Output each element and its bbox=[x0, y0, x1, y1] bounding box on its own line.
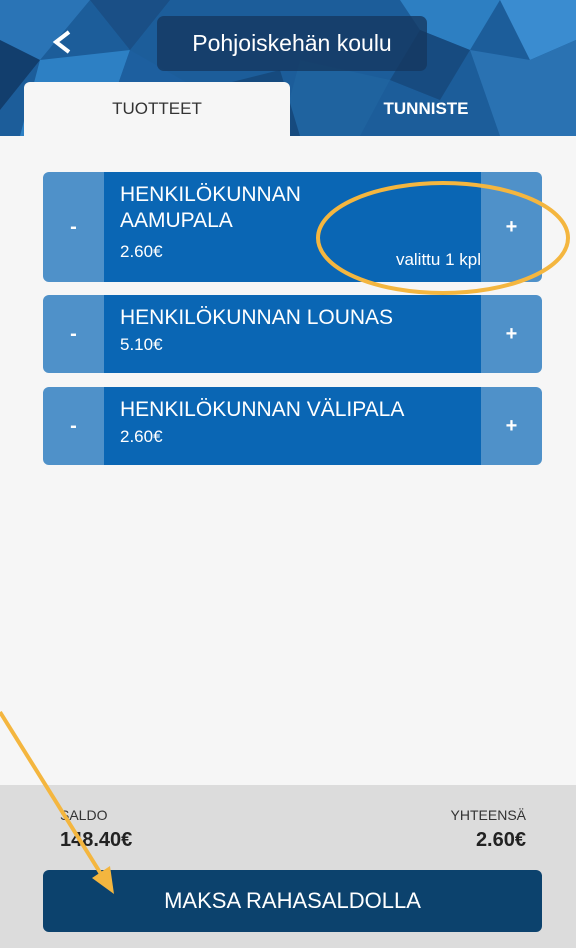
tab-tuotteet[interactable]: TUOTTEET bbox=[24, 82, 290, 136]
product-info[interactable]: HENKILÖKUNNAN VÄLIPALA 2.60€ bbox=[104, 387, 481, 465]
decrease-button[interactable]: - bbox=[43, 295, 104, 373]
product-name: HENKILÖKUNNAN LOUNAS bbox=[120, 306, 394, 329]
balance-value: 148.40€ bbox=[60, 829, 133, 851]
product-price: 2.60€ bbox=[120, 427, 163, 446]
tab-tunniste-label: TUNNISTE bbox=[383, 99, 469, 118]
product-name: HENKILÖKUNNAN AAMUPALA bbox=[120, 183, 301, 232]
decrease-button[interactable]: - bbox=[43, 172, 104, 282]
product-name: HENKILÖKUNNAN VÄLIPALA bbox=[120, 398, 405, 421]
increase-button[interactable]: + bbox=[481, 387, 542, 465]
increase-button[interactable]: + bbox=[481, 172, 542, 282]
product-card: - HENKILÖKUNNAN VÄLIPALA 2.60€ + bbox=[43, 387, 542, 465]
product-info[interactable]: HENKILÖKUNNAN LOUNAS 5.10€ bbox=[104, 295, 481, 373]
total-value: 2.60€ bbox=[475, 829, 526, 851]
page-title: Pohjoiskehän koulu bbox=[157, 16, 427, 71]
chevron-left-icon bbox=[52, 30, 71, 54]
app-header: Pohjoiskehän koulu TUOTTEET TUNNISTE bbox=[0, 0, 576, 136]
pay-with-balance-button[interactable]: MAKSA RAHASALDOLLA bbox=[43, 870, 542, 932]
total-label: YHTEENSÄ bbox=[450, 807, 526, 823]
tab-tunniste[interactable]: TUNNISTE bbox=[290, 82, 562, 136]
page-title-text: Pohjoiskehän koulu bbox=[192, 30, 392, 56]
product-info[interactable]: HENKILÖKUNNAN AAMUPALA 2.60€ valittu 1 k… bbox=[104, 172, 481, 282]
product-price: 5.10€ bbox=[120, 335, 163, 354]
balance-label: SALDO bbox=[60, 807, 108, 823]
decrease-button[interactable]: - bbox=[43, 387, 104, 465]
back-button[interactable] bbox=[42, 22, 82, 62]
selected-count: valittu 1 kpl bbox=[395, 250, 481, 269]
product-card: - HENKILÖKUNNAN AAMUPALA 2.60€ valittu 1… bbox=[43, 172, 542, 282]
product-card: - HENKILÖKUNNAN LOUNAS 5.10€ + bbox=[43, 295, 542, 373]
increase-button[interactable]: + bbox=[481, 295, 542, 373]
checkout-footer: SALDO 148.40€ YHTEENSÄ 2.60€ MAKSA RAHAS… bbox=[0, 785, 576, 948]
tab-tuotteet-label: TUOTTEET bbox=[112, 99, 202, 118]
pay-button-label: MAKSA RAHASALDOLLA bbox=[164, 888, 421, 913]
